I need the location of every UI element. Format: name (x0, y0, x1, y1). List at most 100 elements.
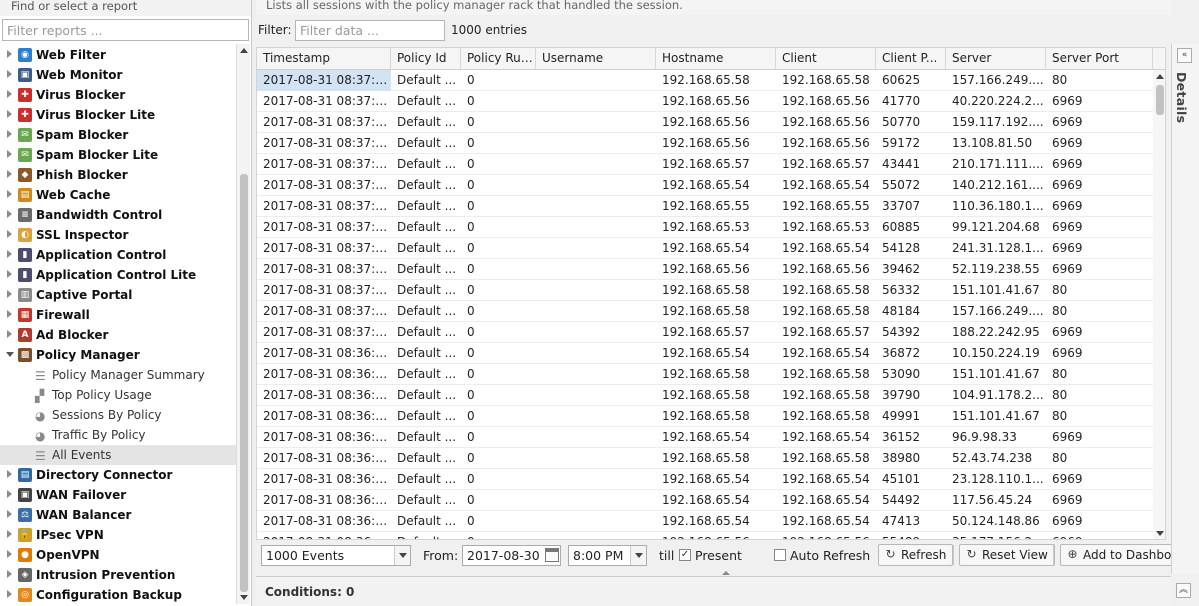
column-header-policy-rul[interactable]: Policy Rul... (461, 48, 536, 70)
tree-item-directory-connector[interactable]: ▤ Directory Connector (0, 465, 236, 485)
tree-item-wan-failover[interactable]: ▣ WAN Failover (0, 485, 236, 505)
table-row[interactable]: 2017-08-31 08:36:5...Default ...0192.168… (257, 532, 1153, 539)
reset-view-button[interactable]: ↻ Reset View (959, 544, 1055, 566)
tree-item-web-filter[interactable]: ◉ Web Filter (0, 45, 236, 65)
report-item-top-policy-usage[interactable]: ▞ Top Policy Usage (0, 385, 236, 405)
expanded-arrow-icon[interactable] (6, 352, 14, 357)
collapsed-arrow-icon[interactable] (7, 470, 12, 478)
tree-item-spam-blocker[interactable]: ✉ Spam Blocker (0, 125, 236, 145)
collapsed-arrow-icon[interactable] (7, 150, 12, 158)
collapsed-arrow-icon[interactable] (7, 190, 12, 198)
expand-conditions-icon[interactable]: ︽ (1176, 583, 1191, 598)
table-row[interactable]: 2017-08-31 08:37:0... Default ... 0 192.168… (257, 301, 1153, 322)
table-row[interactable]: 2017-08-31 08:36:5...Default ...0192.168… (257, 469, 1153, 490)
tree-item-application-control-lite[interactable]: ▮ Application Control Lite (0, 265, 236, 285)
column-header-client[interactable]: Client (776, 48, 876, 70)
collapsed-arrow-icon[interactable] (7, 310, 12, 318)
filter-reports-input[interactable] (2, 19, 249, 41)
tree-item-phish-blocker[interactable]: ◆ Phish Blocker (0, 165, 236, 185)
collapsed-arrow-icon[interactable] (7, 330, 12, 338)
table-row[interactable]: 2017-08-31 08:36:5...Default ...0192.168… (257, 490, 1153, 511)
collapsed-arrow-icon[interactable] (7, 490, 12, 498)
scroll-up-icon[interactable] (240, 48, 248, 53)
collapsed-arrow-icon[interactable] (7, 250, 12, 258)
table-row[interactable]: 2017-08-31 08:36:5...Default ...0192.168… (257, 406, 1153, 427)
table-row[interactable]: 2017-08-31 08:37:0... Default ... 0 192.168… (257, 154, 1153, 175)
sidebar-scrollbar[interactable] (236, 44, 250, 604)
collapsed-arrow-icon[interactable] (7, 290, 12, 298)
table-row[interactable]: 2017-08-31 08:36:5...Default ...0192.168… (257, 385, 1153, 406)
collapsed-arrow-icon[interactable] (7, 270, 12, 278)
tree-item-ssl-inspector[interactable]: ◐ SSL Inspector (0, 225, 236, 245)
details-panel[interactable]: « Details (1171, 44, 1199, 574)
collapsed-arrow-icon[interactable] (7, 110, 12, 118)
tree-item-application-control[interactable]: ▮ Application Control (0, 245, 236, 265)
collapsed-arrow-icon[interactable] (7, 170, 12, 178)
collapsed-arrow-icon[interactable] (7, 90, 12, 98)
tree-item-virus-blocker[interactable]: ✚ Virus Blocker (0, 85, 236, 105)
scroll-up-icon[interactable] (1156, 74, 1164, 79)
tree-item-openvpn[interactable]: ● OpenVPN (0, 545, 236, 565)
column-header-client-p[interactable]: Client P... (876, 48, 946, 70)
tree-item-configuration-backup[interactable]: ◎ Configuration Backup (0, 585, 236, 604)
collapsed-arrow-icon[interactable] (7, 530, 12, 538)
column-header-timestamp[interactable]: Timestamp (257, 48, 391, 70)
collapsed-arrow-icon[interactable] (7, 590, 12, 598)
splitter-handle-icon[interactable] (722, 571, 730, 575)
scroll-down-icon[interactable] (1156, 531, 1164, 536)
collapsed-arrow-icon[interactable] (7, 510, 12, 518)
table-row[interactable]: 2017-08-31 08:36:5...Default ...0192.168… (257, 364, 1153, 385)
report-item-sessions-by-policy[interactable]: ◕ Sessions By Policy (0, 405, 236, 425)
table-row[interactable]: 2017-08-31 08:37:0... Default ... 0 192.168… (257, 112, 1153, 133)
from-date-field[interactable]: 2017-08-30 (462, 545, 561, 566)
table-row[interactable]: 2017-08-31 08:37:1... Default ... 0 192.168… (257, 70, 1153, 91)
tree-item-web-cache[interactable]: ▤ Web Cache (0, 185, 236, 205)
auto-refresh-checkbox[interactable] (774, 549, 786, 561)
collapsed-arrow-icon[interactable] (7, 130, 12, 138)
table-row[interactable]: 2017-08-31 08:37:0... Default ... 0 192.168… (257, 238, 1153, 259)
column-header-server[interactable]: Server (946, 48, 1046, 70)
filter-data-input[interactable] (295, 20, 445, 41)
chevron-down-icon[interactable] (394, 546, 410, 565)
grid-scrollbar[interactable] (1153, 70, 1165, 539)
present-checkbox[interactable]: ✓ (679, 549, 691, 561)
conditions-panel[interactable]: Conditions: 0 (256, 571, 1171, 606)
refresh-button[interactable]: ↻ Refresh (878, 544, 954, 566)
tree-item-captive-portal[interactable]: ▥ Captive Portal (0, 285, 236, 305)
collapsed-arrow-icon[interactable] (7, 210, 12, 218)
table-row[interactable]: 2017-08-31 08:37:1... Default ... 0 192.168… (257, 91, 1153, 112)
tree-item-ipsec-vpn[interactable]: 🔒 IPsec VPN (0, 525, 236, 545)
expand-details-icon[interactable]: « (1177, 48, 1192, 63)
tree-item-firewall[interactable]: ▦ Firewall (0, 305, 236, 325)
table-row[interactable]: 2017-08-31 08:37:0... Default ... 0 192.168… (257, 322, 1153, 343)
column-header-hostname[interactable]: Hostname (656, 48, 776, 70)
table-row[interactable]: 2017-08-31 08:36:5...Default ...0192.168… (257, 343, 1153, 364)
report-item-policy-manager-summary[interactable]: ☰ Policy Manager Summary (0, 365, 236, 385)
collapsed-arrow-icon[interactable] (7, 230, 12, 238)
tree-item-intrusion-prevention[interactable]: ◈ Intrusion Prevention (0, 565, 236, 585)
column-header-server-port[interactable]: Server Port (1046, 48, 1153, 70)
tree-item-bandwidth-control[interactable]: ≡ Bandwidth Control (0, 205, 236, 225)
table-row[interactable]: 2017-08-31 08:37:0... Default ... 0 192.168… (257, 259, 1153, 280)
report-item-all-events[interactable]: ☰ All Events (0, 445, 236, 465)
table-row[interactable]: 2017-08-31 08:37:0... Default ... 0 192.168… (257, 217, 1153, 238)
tree-item-web-monitor[interactable]: ▣ Web Monitor (0, 65, 236, 85)
tree-item-spam-blocker-lite[interactable]: ✉ Spam Blocker Lite (0, 145, 236, 165)
table-row[interactable]: 2017-08-31 08:36:5...Default ...0192.168… (257, 427, 1153, 448)
table-row[interactable]: 2017-08-31 08:37:0... Default ... 0 192.168… (257, 280, 1153, 301)
grid-scroll-thumb[interactable] (1156, 85, 1164, 115)
table-row[interactable]: 2017-08-31 08:37:0... Default ... 0 192.168… (257, 133, 1153, 154)
report-item-traffic-by-policy[interactable]: ◕ Traffic By Policy (0, 425, 236, 445)
tree-item-wan-balancer[interactable]: ⚖ WAN Balancer (0, 505, 236, 525)
table-row[interactable]: 2017-08-31 08:36:5...Default ...0192.168… (257, 511, 1153, 532)
events-limit-select[interactable]: 1000 Events (261, 545, 411, 566)
calendar-icon[interactable] (545, 548, 559, 562)
tree-item-virus-blocker-lite[interactable]: ✚ Virus Blocker Lite (0, 105, 236, 125)
collapsed-arrow-icon[interactable] (7, 70, 12, 78)
tree-item-ad-blocker[interactable]: A Ad Blocker (0, 325, 236, 345)
collapsed-arrow-icon[interactable] (7, 570, 12, 578)
table-row[interactable]: 2017-08-31 08:37:0... Default ... 0 192.168… (257, 196, 1153, 217)
table-row[interactable]: 2017-08-31 08:36:5...Default ...0192.168… (257, 448, 1153, 469)
sidebar-scroll-thumb[interactable] (240, 174, 248, 592)
chevron-down-icon[interactable] (630, 546, 646, 565)
